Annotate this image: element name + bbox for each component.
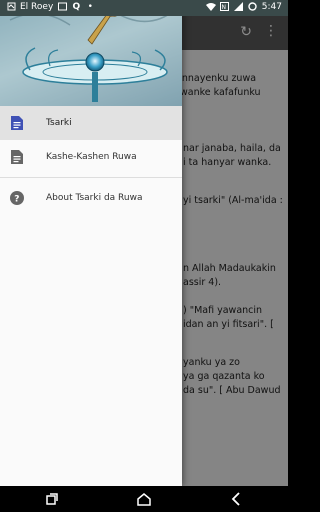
document-icon [10, 150, 24, 164]
status-right: N 5:47 [205, 2, 282, 12]
signal-icon [234, 2, 244, 12]
dot-icon: • [87, 2, 93, 12]
recent-apps-icon[interactable] [44, 491, 60, 507]
gallery-icon [57, 2, 67, 12]
svg-text:?: ? [14, 195, 19, 205]
battery-icon [248, 2, 258, 12]
drawer-item-about[interactable]: ? About Tsarki da Ruwa [0, 181, 182, 215]
wifi-icon [205, 2, 216, 12]
drawer-item-kashe-kashen-ruwa[interactable]: Kashe-Kashen Ruwa [0, 140, 182, 174]
system-nav-bar [0, 486, 288, 512]
drawer-item-label: Kashe-Kashen Ruwa [46, 152, 137, 162]
status-time: 5:47 [261, 2, 282, 12]
search-notification-icon: Q [72, 2, 81, 12]
help-icon: ? [10, 191, 24, 205]
document-icon [10, 116, 24, 130]
carrier-name: El Roey [20, 2, 54, 12]
drawer-menu: Tsarki Kashe-Kashen Ruwa ? About Tsarki … [0, 106, 182, 215]
app-notification-icon [6, 2, 16, 12]
home-icon[interactable] [136, 491, 152, 507]
nfc-icon: N [220, 2, 230, 12]
svg-text:N: N [222, 4, 227, 11]
drawer-item-tsarki[interactable]: Tsarki [0, 106, 182, 140]
drawer-item-label: About Tsarki da Ruwa [46, 193, 143, 203]
back-icon[interactable] [228, 491, 244, 507]
drawer-item-label: Tsarki [46, 118, 72, 128]
navigation-drawer: Tsarki Kashe-Kashen Ruwa ? About Tsarki … [0, 0, 182, 486]
status-left: El Roey Q • [6, 2, 95, 12]
status-bar: El Roey Q • N 5:47 [0, 0, 288, 16]
drawer-divider [0, 177, 182, 178]
